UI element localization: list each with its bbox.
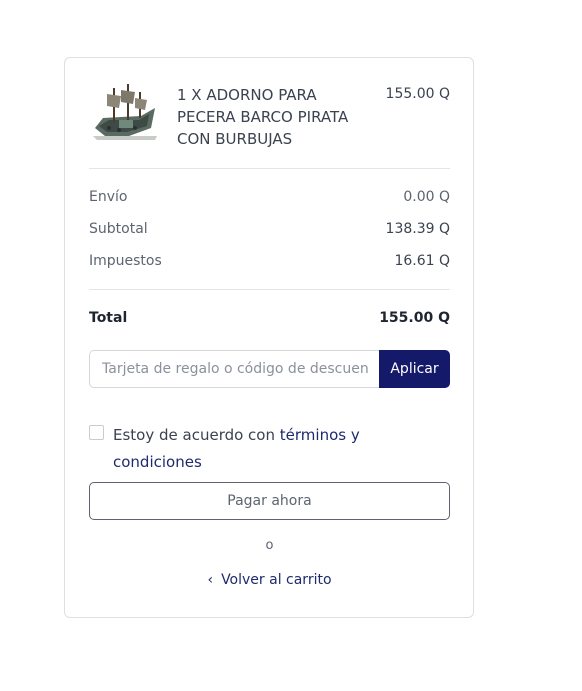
back-to-cart-label: Volver al carrito — [221, 572, 332, 588]
item-title: 1 x ADORNO PARA PECERA BARCO PIRATA CON … — [177, 86, 349, 148]
terms-checkbox[interactable] — [89, 425, 104, 440]
shipping-row: Envío 0.00 Q — [89, 189, 450, 209]
divider — [89, 289, 450, 290]
order-summary-card: 1 x ADORNO PARA PECERA BARCO PIRATA CON … — [64, 57, 474, 618]
apply-discount-button[interactable]: Aplicar — [379, 350, 450, 388]
pay-now-button[interactable]: Pagar ahora — [89, 482, 450, 520]
pirate-ship-icon — [89, 78, 161, 150]
chevron-left-icon: ‹ — [207, 572, 214, 588]
taxes-label: Impuestos — [89, 253, 162, 269]
total-label: Total — [89, 310, 128, 326]
terms-text: Estoy de acuerdo con términos y condicio… — [113, 422, 413, 476]
terms-prefix: Estoy de acuerdo con — [113, 426, 275, 444]
subtotal-row: Subtotal 138.39 Q — [89, 221, 450, 241]
discount-code-input[interactable] — [89, 350, 381, 388]
taxes-value: 16.61 Q — [394, 253, 450, 269]
subtotal-value: 138.39 Q — [385, 221, 450, 237]
cart-item: 1 x ADORNO PARA PECERA BARCO PIRATA CON … — [89, 78, 450, 150]
taxes-row: Impuestos 16.61 Q — [89, 253, 450, 273]
discount-form: Aplicar — [89, 350, 450, 388]
back-to-cart-link[interactable]: ‹ Volver al carrito — [89, 572, 450, 588]
total-value: 155.00 Q — [379, 310, 450, 326]
total-row: Total 155.00 Q — [89, 310, 450, 330]
product-thumbnail — [89, 78, 161, 150]
or-separator: o — [265, 538, 274, 553]
terms-agreement: Estoy de acuerdo con términos y condicio… — [89, 422, 450, 478]
subtotal-label: Subtotal — [89, 221, 148, 237]
item-price: 155.00 Q — [385, 86, 450, 102]
shipping-value: 0.00 Q — [403, 189, 450, 205]
divider — [89, 168, 450, 169]
shipping-label: Envío — [89, 189, 128, 205]
